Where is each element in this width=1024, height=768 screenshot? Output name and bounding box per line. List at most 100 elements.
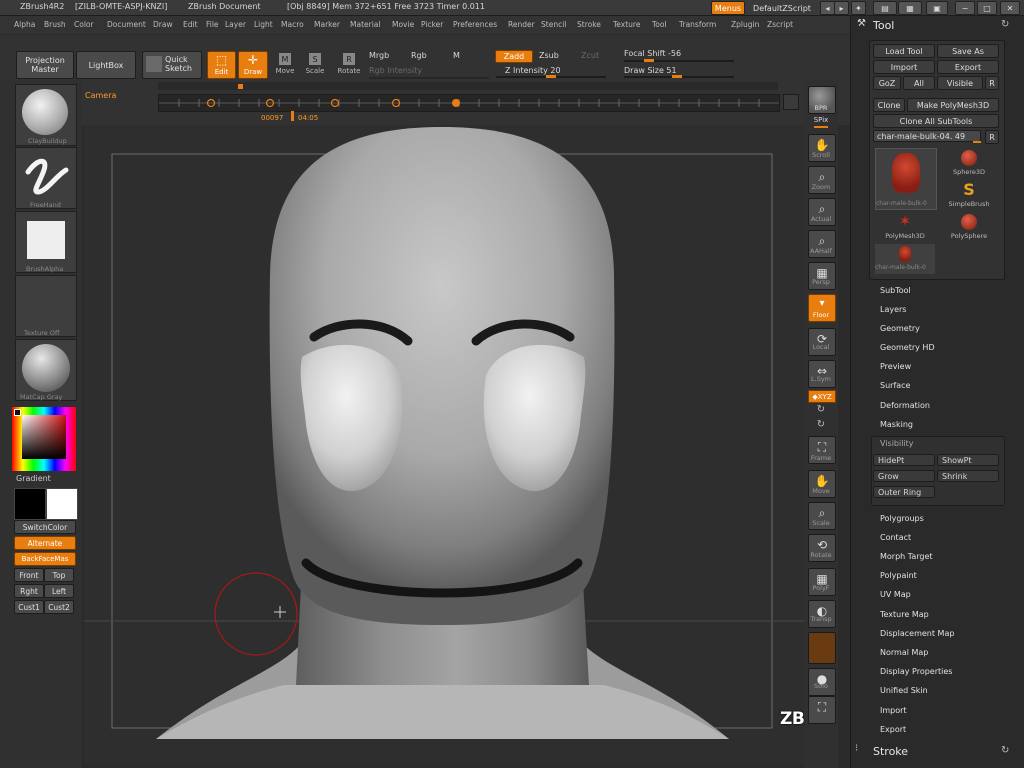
section-layers[interactable]: Layers [880, 305, 906, 314]
section-morph-target[interactable]: Morph Target [880, 552, 933, 561]
maximize-icon[interactable]: □ [977, 1, 997, 15]
mrgb-button[interactable]: Mrgb [369, 51, 389, 60]
section-masking[interactable]: Masking [880, 420, 913, 429]
zcut-button[interactable]: Zcut [581, 51, 599, 60]
goz-visible-button[interactable]: Visible [937, 76, 983, 90]
close-icon[interactable]: ✕ [1000, 1, 1020, 15]
section-visibility[interactable]: Visibility [880, 439, 914, 448]
texture-thumb[interactable] [15, 275, 77, 337]
default-zscript-button[interactable]: DefaultZScript [746, 1, 818, 15]
lsym-button[interactable]: ⇔ [808, 360, 836, 388]
menu-tool[interactable]: Tool [652, 20, 667, 29]
switchcolor-button[interactable]: SwitchColor [14, 520, 76, 534]
color-square[interactable] [22, 415, 66, 459]
ghost-button[interactable] [808, 632, 836, 664]
alpha-thumb[interactable] [15, 211, 77, 273]
move-button[interactable]: M Move [271, 51, 299, 77]
transp-button[interactable]: ◐ [808, 600, 836, 628]
import-tool-button[interactable]: Import [873, 60, 935, 74]
rotate-button[interactable]: R Rotate [334, 51, 364, 77]
menu-macro[interactable]: Macro [281, 20, 304, 29]
edit-button[interactable]: ⬚ Edit [207, 51, 236, 79]
goz-button[interactable]: GoZ [873, 76, 901, 90]
section-texture-map[interactable]: Texture Map [880, 610, 929, 619]
minimize-icon[interactable]: − [955, 1, 975, 15]
z-intensity-knob[interactable] [546, 75, 556, 78]
tool-thumb-char2[interactable]: char-male-bulk-0 [875, 244, 935, 274]
save-as-button[interactable]: Save As [937, 44, 999, 58]
section-display-properties[interactable]: Display Properties [880, 667, 952, 676]
draw-size-slider[interactable]: Draw Size 51 [624, 66, 677, 75]
outer-ring-button[interactable]: Outer Ring [873, 486, 935, 498]
left-view-button[interactable]: Left [44, 584, 74, 598]
hidept-button[interactable]: HidePt [873, 454, 935, 466]
y-rotate-icon[interactable]: ↻ [813, 404, 829, 415]
draw-size-knob[interactable] [672, 75, 682, 78]
menu-material[interactable]: Material [350, 20, 380, 29]
color-marker[interactable] [14, 409, 21, 416]
load-tool-button[interactable]: Load Tool [873, 44, 935, 58]
showpt-button[interactable]: ShowPt [937, 454, 999, 466]
section-geometry-hd[interactable]: Geometry HD [880, 343, 935, 352]
section-geometry[interactable]: Geometry [880, 324, 920, 333]
focal-shift-slider[interactable]: Focal Shift -56 [624, 49, 681, 58]
section-export[interactable]: Export [880, 725, 906, 734]
section-import[interactable]: Import [880, 706, 907, 715]
section-surface[interactable]: Surface [880, 381, 910, 390]
timeline-track[interactable] [158, 94, 780, 112]
export-tool-button[interactable]: Export [937, 60, 999, 74]
current-tool-knob[interactable] [973, 141, 981, 143]
menu-alpha[interactable]: Alpha [14, 20, 35, 29]
z-intensity-slider[interactable]: Z Intensity 20 [505, 66, 561, 75]
section-preview[interactable]: Preview [880, 362, 911, 371]
lightbulb-icon[interactable]: ✦ [851, 1, 866, 15]
menu-document[interactable]: Document [107, 20, 146, 29]
backface-mask-button[interactable]: BackFaceMas [14, 552, 76, 566]
menu-stroke[interactable]: Stroke [577, 20, 601, 29]
zadd-button[interactable]: Zadd [495, 50, 533, 63]
menu-zscript[interactable]: Zscript [767, 20, 793, 29]
menu-color[interactable]: Color [74, 20, 94, 29]
menu-texture[interactable]: Texture [613, 20, 640, 29]
menu-brush[interactable]: Brush [44, 20, 66, 29]
arrow-left-icon[interactable]: ◂ [820, 1, 835, 15]
lightbox-button[interactable]: LightBox [76, 51, 136, 79]
section-normal-map[interactable]: Normal Map [880, 648, 928, 657]
document-canvas[interactable]: ZBRUSH WORKSHOPS [84, 125, 804, 765]
section-polygroups[interactable]: Polygroups [880, 514, 924, 523]
menu-picker[interactable]: Picker [421, 20, 443, 29]
tool-title[interactable]: Tool [873, 19, 894, 32]
section-displacement-map[interactable]: Displacement Map [880, 629, 954, 638]
rgb-button[interactable]: Rgb [411, 51, 427, 60]
menu-edit[interactable]: Edit [183, 20, 198, 29]
tool-thumb-polysphere[interactable]: PolySphere [941, 212, 997, 242]
shrink-button[interactable]: Shrink [937, 470, 999, 482]
xyz-button[interactable]: ◆XYZ [808, 390, 836, 403]
tool-thumb-polymesh[interactable]: ✶ PolyMesh3D [875, 212, 935, 242]
projection-master-button[interactable]: Projection Master [16, 51, 74, 79]
menu-marker[interactable]: Marker [314, 20, 340, 29]
lock-icon[interactable]: ▣ [926, 1, 948, 15]
menu-draw[interactable]: Draw [153, 20, 173, 29]
stroke-refresh-icon[interactable]: ↻ [1001, 745, 1009, 756]
draw-button[interactable]: ✛ Draw [238, 51, 268, 79]
m-button[interactable]: M [453, 51, 460, 60]
tool-thumb-char[interactable]: char-male-bulk-0 [875, 148, 937, 210]
right-view-button[interactable]: Rght [14, 584, 44, 598]
goz-all-button[interactable]: All [903, 76, 935, 90]
local-button[interactable]: ⟳ [808, 328, 836, 356]
scale-button[interactable]: S Scale [301, 51, 329, 77]
tool-refresh-icon[interactable]: ↻ [1001, 19, 1009, 30]
section-polypaint[interactable]: Polypaint [880, 571, 917, 580]
xpose-button[interactable]: ⛶ [808, 696, 836, 724]
primary-color-swatch[interactable] [14, 488, 46, 520]
stroke-thumb[interactable] [15, 147, 77, 209]
alternate-button[interactable]: Alternate [14, 536, 76, 550]
current-tool-r-button[interactable]: R [985, 130, 999, 144]
spix-slider[interactable] [814, 126, 828, 128]
menus-button[interactable]: Menus [711, 1, 745, 15]
menu-zplugin[interactable]: Zplugin [731, 20, 759, 29]
clone-all-subtools-button[interactable]: Clone All SubTools [873, 114, 999, 128]
layout-icon[interactable]: ▤ [873, 1, 897, 15]
current-tool-slider[interactable]: char-male-bulk-04. 49 [873, 130, 981, 142]
